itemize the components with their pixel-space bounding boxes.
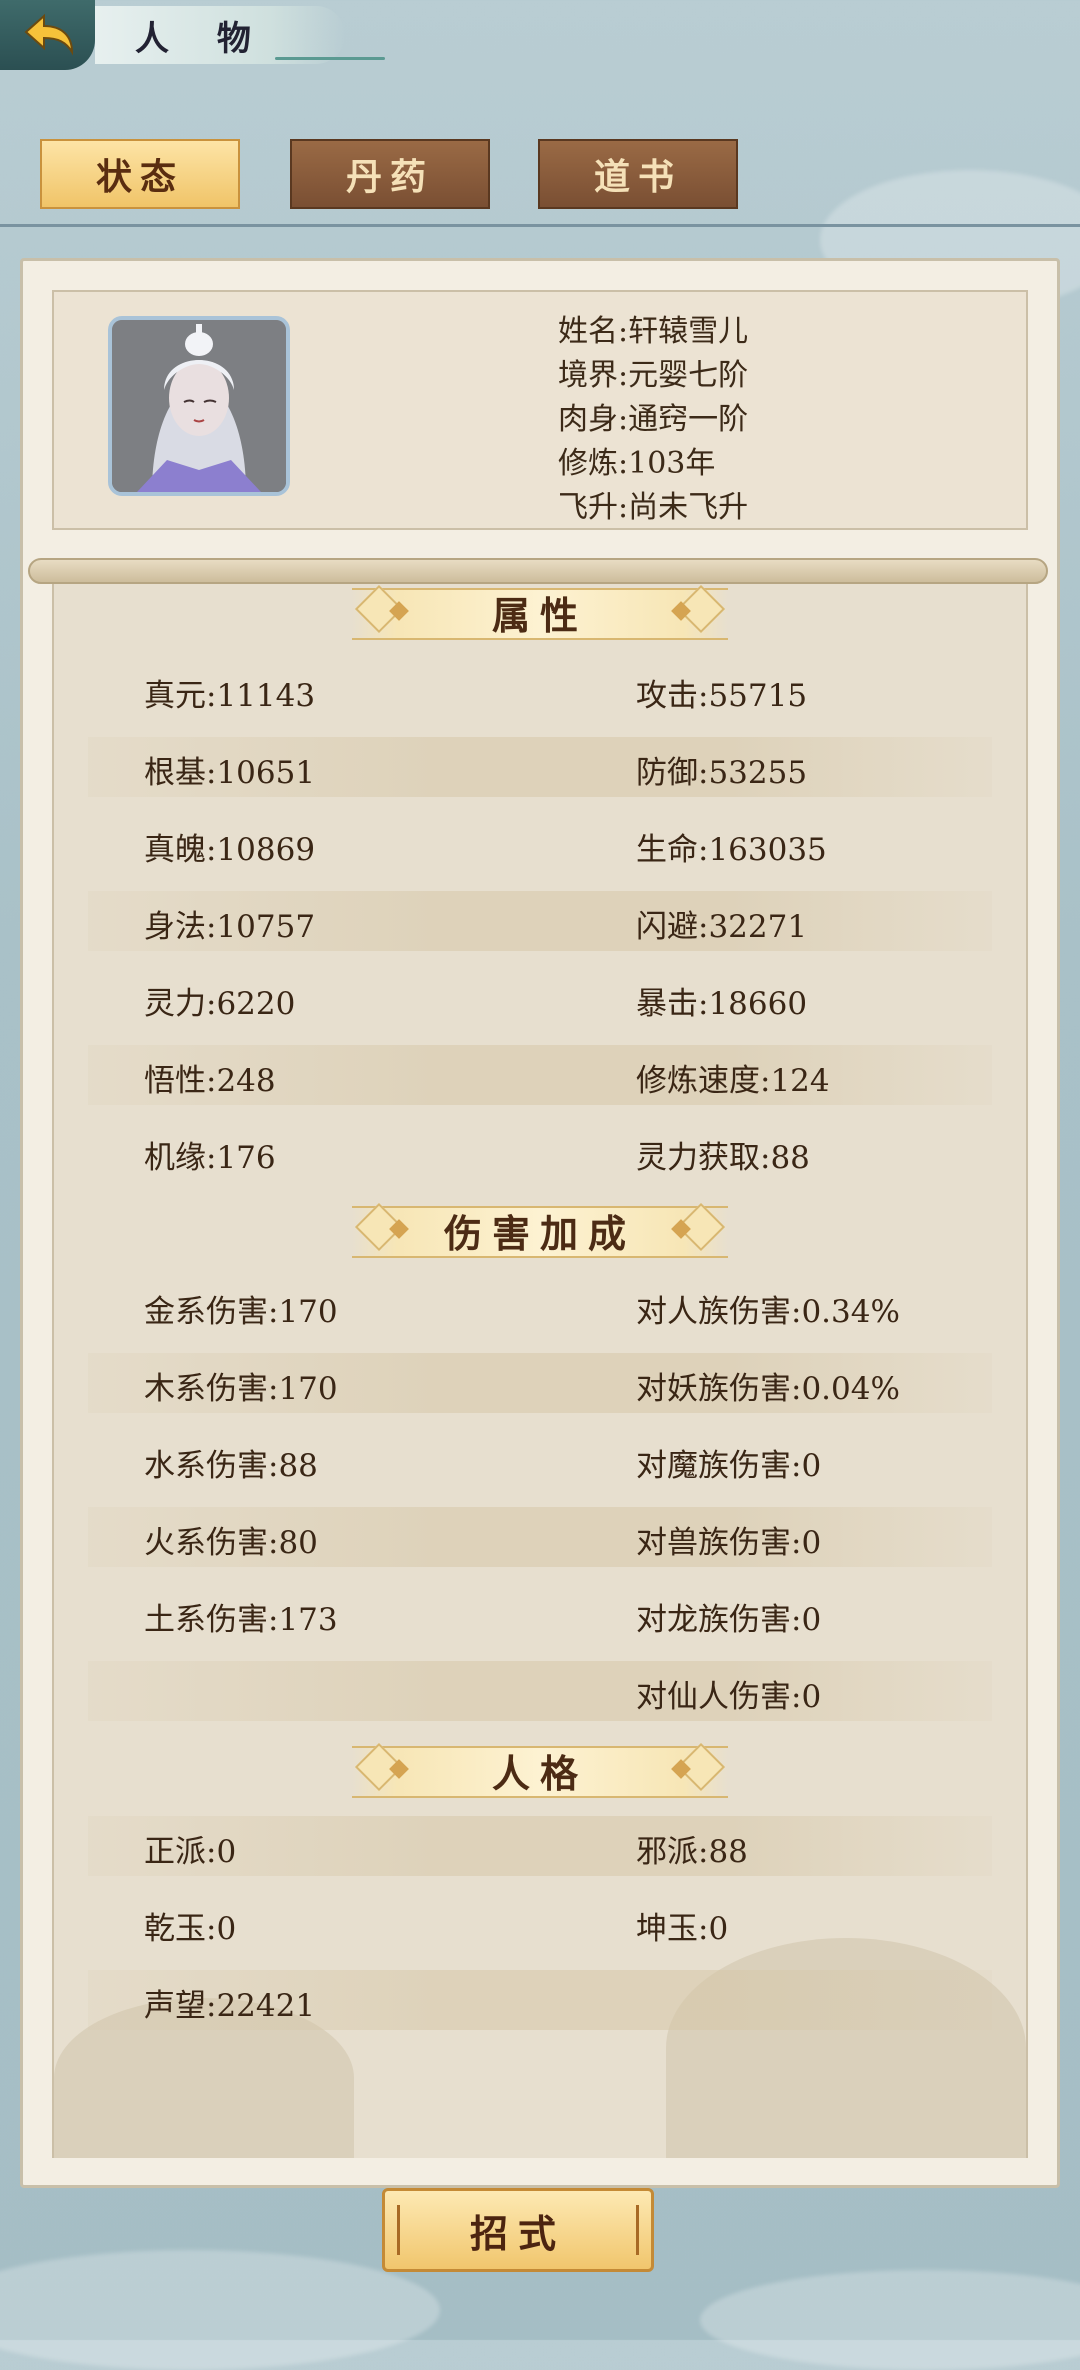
damage-left: 水系伤害:88 <box>144 1448 318 1484</box>
damage-right: 对魔族伤害:0 <box>636 1448 822 1484</box>
stat-row: 悟性:248 修炼速度:124 <box>88 1045 992 1105</box>
tab-status[interactable]: 状态 <box>40 139 240 209</box>
back-arrow-icon <box>23 13 73 56</box>
stat-right: 暴击:18660 <box>636 986 808 1022</box>
personality-left: 乾玉:0 <box>144 1911 237 1947</box>
section-title-attributes-label: 属性 <box>491 592 588 638</box>
section-title-damage: 伤害加成 <box>352 1200 728 1260</box>
profile-name: 姓名:轩辕雪儿 <box>558 314 749 349</box>
damage-row: 火系伤害:80 对兽族伤害:0 <box>88 1507 992 1567</box>
stat-left: 真元:11143 <box>144 678 316 714</box>
profile-cultivation: 修炼:103年 <box>558 446 716 481</box>
tab-daoshu[interactable]: 道书 <box>538 139 738 209</box>
personality-right: 邪派:88 <box>636 1834 748 1870</box>
profile-realm: 境界:元婴七阶 <box>558 358 749 393</box>
stat-left: 身法:10757 <box>144 909 316 945</box>
profile-ascend: 飞升:尚未飞升 <box>558 490 749 525</box>
stat-row: 根基:10651 防御:53255 <box>88 737 992 797</box>
stat-right: 闪避:32271 <box>636 909 808 945</box>
damage-row: 土系伤害:173 对龙族伤害:0 <box>88 1584 992 1644</box>
tab-daoshu-label: 道书 <box>593 156 682 198</box>
damage-right: 对妖族伤害:0.04% <box>636 1371 900 1407</box>
stat-right: 攻击:55715 <box>636 678 808 714</box>
stat-right: 生命:163035 <box>636 832 827 868</box>
page-title-tab: 人 物 <box>95 6 385 64</box>
stat-row: 真魄:10869 生命:163035 <box>88 814 992 874</box>
profile-body: 肉身:通窍一阶 <box>558 402 749 437</box>
stat-right: 防御:53255 <box>636 755 808 791</box>
damage-left: 金系伤害:170 <box>144 1294 338 1330</box>
personality-row: 声望:22421 <box>88 1970 992 2030</box>
personality-left: 正派:0 <box>144 1834 237 1870</box>
scroll-rod <box>28 558 1048 584</box>
tab-status-label: 状态 <box>95 156 184 198</box>
section-title-attributes: 属性 <box>352 582 728 642</box>
damage-row: 木系伤害:170 对妖族伤害:0.04% <box>88 1353 992 1413</box>
section-title-damage-label: 伤害加成 <box>443 1210 636 1256</box>
stat-left: 根基:10651 <box>144 755 316 791</box>
stat-left: 悟性:248 <box>144 1063 276 1099</box>
damage-right: 对人族伤害:0.34% <box>636 1294 900 1330</box>
skills-button[interactable]: 招式 <box>382 2188 654 2272</box>
damage-left: 土系伤害:173 <box>144 1602 338 1638</box>
personality-left: 声望:22421 <box>144 1988 316 2024</box>
damage-right: 对龙族伤害:0 <box>636 1602 822 1638</box>
page-title: 人 物 <box>135 18 269 59</box>
stat-row: 灵力:6220 暴击:18660 <box>88 968 992 1028</box>
stat-left: 灵力:6220 <box>144 986 296 1022</box>
character-avatar[interactable] <box>108 316 290 496</box>
stat-row: 真元:11143 攻击:55715 <box>88 660 992 720</box>
tab-divider <box>0 224 1080 227</box>
personality-row: 乾玉:0 坤玉:0 <box>88 1893 992 1953</box>
tab-pills[interactable]: 丹药 <box>290 139 490 209</box>
skills-button-label: 招式 <box>469 2210 566 2256</box>
damage-row: 对仙人伤害:0 <box>88 1661 992 1721</box>
stat-right: 灵力获取:88 <box>636 1140 810 1176</box>
damage-right: 对仙人伤害:0 <box>636 1679 822 1715</box>
top-bar: 人 物 <box>0 0 1080 70</box>
damage-left: 火系伤害:80 <box>144 1525 318 1561</box>
stat-row: 机缘:176 灵力获取:88 <box>88 1122 992 1182</box>
damage-left: 木系伤害:170 <box>144 1371 338 1407</box>
damage-row: 金系伤害:170 对人族伤害:0.34% <box>88 1276 992 1336</box>
back-button[interactable] <box>0 0 95 70</box>
damage-right: 对兽族伤害:0 <box>636 1525 822 1561</box>
stat-left: 真魄:10869 <box>144 832 316 868</box>
stat-right: 修炼速度:124 <box>636 1063 830 1099</box>
section-title-personality: 人格 <box>352 1740 728 1800</box>
tab-pills-label: 丹药 <box>345 156 434 198</box>
character-portrait-image <box>112 320 286 492</box>
stat-row: 身法:10757 闪避:32271 <box>88 891 992 951</box>
personality-row: 正派:0 邪派:88 <box>88 1816 992 1876</box>
personality-right: 坤玉:0 <box>636 1911 729 1947</box>
section-title-personality-label: 人格 <box>491 1750 588 1796</box>
stat-left: 机缘:176 <box>144 1140 276 1176</box>
damage-row: 水系伤害:88 对魔族伤害:0 <box>88 1430 992 1490</box>
